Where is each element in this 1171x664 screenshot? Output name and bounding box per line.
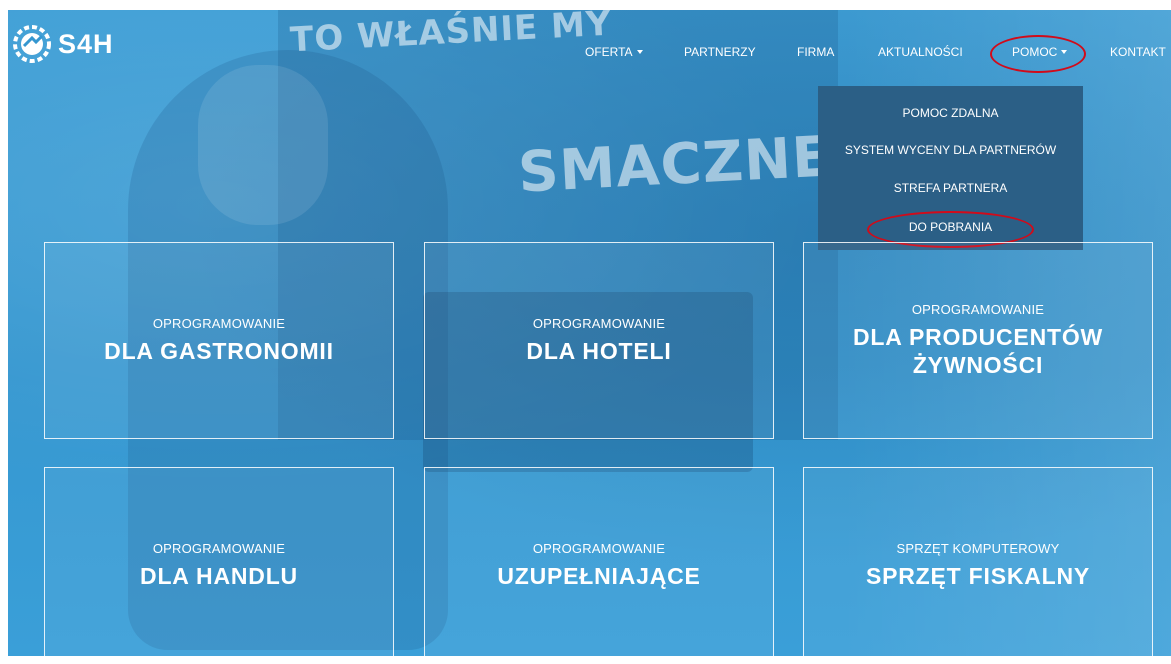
nav-label: FIRMA <box>797 45 835 59</box>
s4h-gear-logo-icon <box>13 25 51 63</box>
tile-hotele[interactable]: OPROGRAMOWANIE DLA HOTELI <box>424 242 774 439</box>
pomoc-dropdown-menu: POMOC ZDALNA SYSTEM WYCENY DLA PARTNERÓW… <box>818 86 1083 250</box>
nav-item-oferta[interactable]: OFERTA <box>585 45 643 59</box>
menu-item-pomoc-zdalna[interactable]: POMOC ZDALNA <box>818 106 1083 120</box>
caret-down-icon <box>1061 50 1068 54</box>
nav-item-aktualnosci[interactable]: AKTUALNOŚCI <box>878 45 963 59</box>
menu-item-do-pobrania[interactable]: DO POBRANIA <box>818 220 1083 234</box>
tile-subtitle: OPROGRAMOWANIE <box>911 302 1045 317</box>
tile-subtitle: OPROGRAMOWANIE <box>152 541 286 556</box>
nav-item-kontakt[interactable]: KONTAKT <box>1110 45 1166 59</box>
nav-label: AKTUALNOŚCI <box>878 45 963 59</box>
tile-handel[interactable]: OPROGRAMOWANIE DLA HANDLU <box>44 467 394 664</box>
tile-subtitle: OPROGRAMOWANIE <box>532 316 666 331</box>
nav-item-pomoc[interactable]: POMOC <box>1012 45 1068 59</box>
nav-item-partnerzy[interactable]: PARTNERZY <box>684 45 756 59</box>
tile-subtitle: SPRZĘT KOMPUTEROWY <box>896 541 1060 556</box>
nav-label: PARTNERZY <box>684 45 756 59</box>
site-logo[interactable]: S4H <box>12 24 114 64</box>
tile-sprzet-fiskalny[interactable]: SPRZĘT KOMPUTEROWY SPRZĘT FISKALNY <box>803 467 1153 664</box>
tile-title: DLA HANDLU <box>140 563 298 589</box>
caret-down-icon <box>636 50 643 54</box>
tile-title: UZUPEŁNIAJĄCE <box>497 563 701 589</box>
tile-title: DLA PRODUCENTÓW <box>852 324 1104 350</box>
nav-label: KONTAKT <box>1110 45 1166 59</box>
tile-gastronomia[interactable]: OPROGRAMOWANIE DLA GASTRONOMII <box>44 242 394 439</box>
tile-title: DLA GASTRONOMII <box>104 338 334 364</box>
tile-title: SPRZĘT FISKALNY <box>865 563 1091 589</box>
menu-item-system-wyceny[interactable]: SYSTEM WYCENY DLA PARTNERÓW <box>818 143 1083 157</box>
tile-title-line2: ŻYWNOŚCI <box>912 352 1044 378</box>
nav-label: POMOC <box>1012 45 1058 59</box>
tile-subtitle: OPROGRAMOWANIE <box>152 316 286 331</box>
tile-subtitle: OPROGRAMOWANIE <box>532 541 666 556</box>
tile-title: DLA HOTELI <box>526 338 672 364</box>
tile-producenci-zywnosci[interactable]: OPROGRAMOWANIE DLA PRODUCENTÓW ŻYWNOŚCI <box>803 242 1153 439</box>
logo-text: S4H <box>58 28 114 59</box>
tile-uzupelniajace[interactable]: OPROGRAMOWANIE UZUPEŁNIAJĄCE <box>424 467 774 664</box>
nav-item-firma[interactable]: FIRMA <box>797 45 834 59</box>
menu-item-strefa-partnera[interactable]: STREFA PARTNERA <box>818 181 1083 195</box>
person-head-shape <box>198 65 328 225</box>
nav-label: OFERTA <box>585 45 633 59</box>
